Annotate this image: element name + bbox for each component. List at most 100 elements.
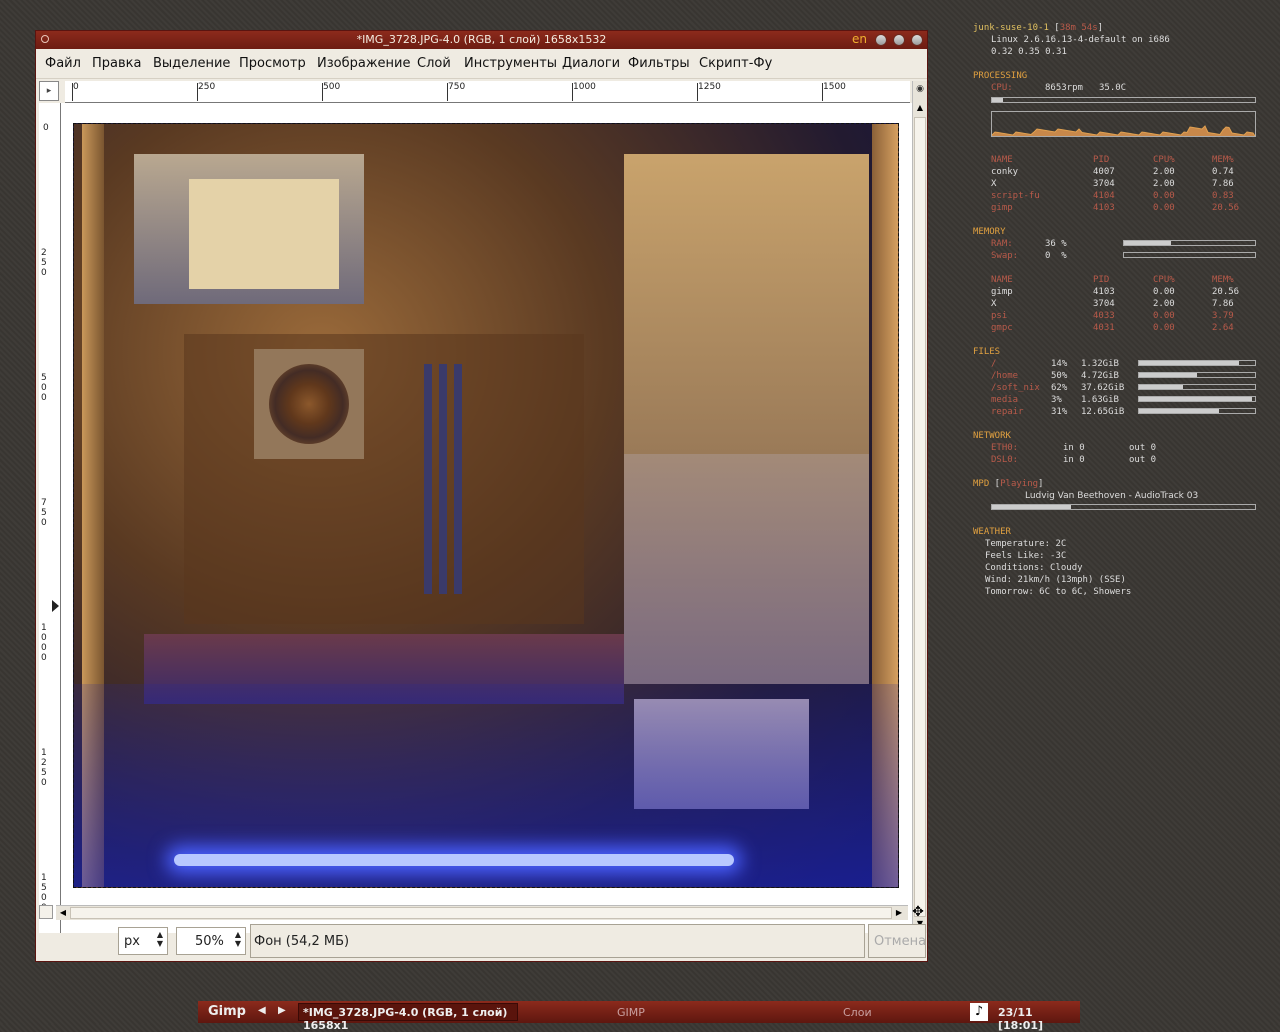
proc-cell: X xyxy=(991,179,997,189)
file-mount: /soft_nix xyxy=(991,383,1040,393)
conky-cpu-graph xyxy=(991,111,1256,137)
vertical-ruler[interactable]: 0 250 500 750 1000 1250 1500 xyxy=(39,103,61,933)
file-size: 12.65GiB xyxy=(1081,407,1125,417)
scroll-right-icon[interactable]: ▶ xyxy=(894,907,904,919)
ruler-tick xyxy=(572,83,573,101)
task-button-gimp[interactable]: GIMP xyxy=(617,1006,645,1019)
maximize-button[interactable] xyxy=(893,34,905,46)
file-mount: media xyxy=(991,395,1019,405)
vertical-scrollbar[interactable]: ◉ ▲ ▼ xyxy=(912,81,927,933)
close-button[interactable] xyxy=(911,34,923,46)
conky-uptime: 38m 54s xyxy=(1059,23,1098,33)
file-size: 1.32GiB xyxy=(1081,359,1119,369)
menu-select[interactable]: Выделение xyxy=(153,56,230,71)
file-usage-bar xyxy=(1138,360,1256,366)
file-usage-bar xyxy=(1138,408,1256,414)
cold-cathode-light xyxy=(174,854,734,866)
ruler-tick xyxy=(72,83,73,101)
mem-cell: 0.00 xyxy=(1153,323,1175,333)
navigate-icon[interactable]: ◉ xyxy=(915,83,925,95)
ruler-tick xyxy=(447,83,448,101)
photo-computer-case-interior xyxy=(73,123,899,888)
conky-mpd-track: Ludvig Van Beethoven - AudioTrack 03 xyxy=(1025,491,1199,501)
taskbar-clock[interactable]: 23/11 [18:01] xyxy=(998,1006,1080,1032)
taskbar: Gimp ◀ ▶ *IMG_3728.JPG-4.0 (RGB, 1 слой)… xyxy=(198,1001,1080,1032)
quick-mask-menu-icon[interactable]: ▸ xyxy=(39,81,59,101)
proc-cell: 3704 xyxy=(1093,179,1115,189)
unit-selector[interactable]: px ▲ ▼ xyxy=(118,927,168,955)
menu-edit[interactable]: Правка xyxy=(92,56,141,71)
proc-cell: script-fu xyxy=(991,191,1040,201)
horizontal-scroll-thumb[interactable] xyxy=(70,907,892,919)
quick-mask-toggle[interactable] xyxy=(39,905,53,919)
mem-cell: 4031 xyxy=(1093,323,1115,333)
scroll-left-icon[interactable]: ◀ xyxy=(58,907,68,919)
window-title: *IMG_3728.JPG-4.0 (RGB, 1 слой) 1658x153… xyxy=(356,33,607,46)
mem-cell: 4033 xyxy=(1093,311,1115,321)
menu-filters[interactable]: Фильтры xyxy=(628,56,690,71)
conky-host-line: junk-suse-10-1 [38m 54s] xyxy=(973,23,1104,33)
cpu-graph-svg xyxy=(992,125,1255,136)
menu-file[interactable]: Файл xyxy=(45,56,81,71)
ruler-label: 500 xyxy=(41,373,47,403)
weather-line: Tomorrow: 6C to 6C, Showers xyxy=(985,587,1132,597)
scroll-up-icon[interactable]: ▲ xyxy=(915,103,925,113)
menu-image[interactable]: Изображение xyxy=(317,56,410,71)
net-in: in 0 xyxy=(1063,443,1085,453)
net-in: in 0 xyxy=(1063,455,1085,465)
ruler-label: 0 xyxy=(73,82,79,92)
proc-cell: 7.86 xyxy=(1212,179,1234,189)
conky-cpu-temp: 35.0C xyxy=(1099,83,1127,93)
mem-cell: 3704 xyxy=(1093,299,1115,309)
file-size: 4.72GiB xyxy=(1081,371,1119,381)
task-button-layers[interactable]: Слои xyxy=(843,1006,872,1019)
net-interface: DSL0: xyxy=(991,455,1019,465)
task-button-image[interactable]: *IMG_3728.JPG-4.0 (RGB, 1 слой) 1658x1 xyxy=(298,1003,518,1032)
zoom-selector[interactable]: 50% ▲ ▼ xyxy=(176,927,246,955)
menu-dialogs[interactable]: Диалоги xyxy=(562,56,620,71)
status-message: Фон (54,2 МБ) xyxy=(250,924,865,958)
image-canvas[interactable] xyxy=(61,103,924,933)
menu-view[interactable]: Просмотр xyxy=(239,56,306,71)
net-out: out 0 xyxy=(1129,455,1157,465)
navigation-cross-icon[interactable]: ✥ xyxy=(910,904,926,920)
menu-tools[interactable]: Инструменты xyxy=(464,56,557,71)
ram-slot xyxy=(424,364,432,594)
minimize-button[interactable] xyxy=(875,34,887,46)
vertical-scroll-thumb[interactable] xyxy=(914,117,926,917)
file-percent: 3% xyxy=(1051,395,1062,405)
conky-mpd-heading: MPD xyxy=(973,479,990,489)
cancel-button[interactable]: Отмена xyxy=(868,924,926,958)
window-titlebar[interactable]: *IMG_3728.JPG-4.0 (RGB, 1 слой) 1658x153… xyxy=(36,31,927,49)
music-note-icon[interactable]: ♪ xyxy=(970,1003,988,1021)
ruler-label: 500 xyxy=(323,82,341,92)
file-percent: 14% xyxy=(1051,359,1068,369)
mem-header-cpu: CPU% xyxy=(1153,275,1175,285)
mem-cell: X xyxy=(991,299,997,309)
conky-weather-heading: WEATHER xyxy=(973,527,1011,537)
proc-cell: 2.00 xyxy=(1153,179,1175,189)
conky-ram-bar xyxy=(1123,240,1256,246)
conky-ram-label: RAM: xyxy=(991,239,1013,249)
menu-layer[interactable]: Слой xyxy=(417,56,451,71)
proc-cell: 4007 xyxy=(1093,167,1115,177)
proc-cell: 4103 xyxy=(1093,203,1115,213)
menubar: Файл Правка Выделение Просмотр Изображен… xyxy=(36,49,927,79)
mem-cell: 0.00 xyxy=(1153,311,1175,321)
prev-desktop-icon[interactable]: ◀ xyxy=(258,1005,266,1016)
keyboard-layout-indicator[interactable]: en xyxy=(852,32,867,46)
conky-swap-label: Swap: xyxy=(991,251,1019,261)
conky-cpu-label: CPU: xyxy=(991,83,1013,93)
menu-script-fu[interactable]: Скрипт-Фу xyxy=(699,56,772,71)
proc-cell: gimp xyxy=(991,203,1013,213)
taskbar-app-name[interactable]: Gimp xyxy=(208,1004,246,1019)
file-percent: 31% xyxy=(1051,407,1068,417)
mem-cell: 3.79 xyxy=(1212,311,1234,321)
next-desktop-icon[interactable]: ▶ xyxy=(278,1005,286,1016)
proc-cell: 20.56 xyxy=(1212,203,1240,213)
ruler-label: 1250 xyxy=(698,82,721,92)
statusbar: px ▲ ▼ 50% ▲ ▼ Фон (54,2 МБ) Отмена xyxy=(36,921,927,961)
horizontal-ruler[interactable]: 0 250 500 750 1000 1250 1500 xyxy=(65,81,910,103)
horizontal-scrollbar[interactable]: ◀ ▶ xyxy=(56,905,908,920)
ram-slot xyxy=(439,364,447,594)
